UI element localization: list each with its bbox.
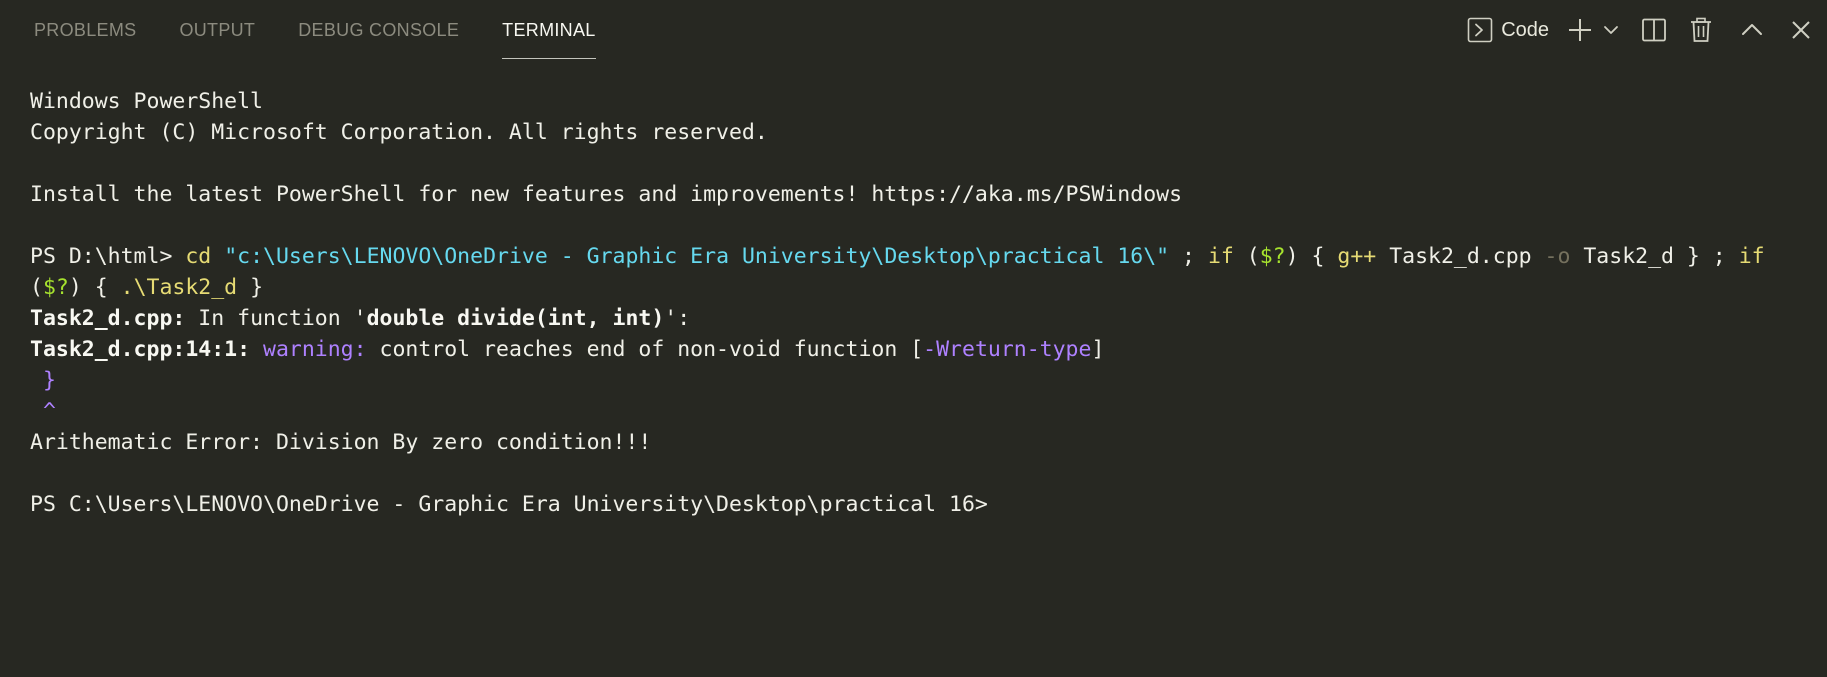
launch-profile-dropdown[interactable] bbox=[1603, 14, 1619, 46]
powershell-banner: Windows PowerShell bbox=[30, 89, 263, 114]
diag-warning: warning: bbox=[250, 337, 367, 362]
terminal-output[interactable]: Windows PowerShell Copyright (C) Microso… bbox=[30, 86, 1807, 520]
cmd-arg: Task2_d } ; bbox=[1570, 244, 1739, 269]
close-icon bbox=[1791, 20, 1811, 40]
cmd-keyword: g++ bbox=[1337, 244, 1377, 269]
maximize-panel-button[interactable] bbox=[1741, 14, 1763, 46]
snippet-brace: } bbox=[30, 368, 56, 393]
diag-location: Task2_d.cpp:14:1: bbox=[30, 337, 251, 362]
cmd-arg: Task2_d.cpp bbox=[1376, 244, 1545, 269]
terminal-line: Copyright (C) Microsoft Corporation. All… bbox=[30, 117, 1807, 148]
cmd-flag: -o bbox=[1544, 244, 1571, 269]
terminal-profile-label: Code bbox=[1501, 18, 1549, 41]
diag-text: In function ' bbox=[185, 306, 367, 331]
cmd-brace: } bbox=[237, 275, 264, 300]
prompt-line: PS C:\Users\LENOVO\OneDrive - Graphic Er… bbox=[30, 489, 1807, 520]
command-line: PS D:\html> cd "c:\Users\LENOVO\OneDrive… bbox=[30, 241, 1807, 272]
trash-icon bbox=[1689, 17, 1713, 43]
split-terminal-button[interactable] bbox=[1641, 14, 1667, 46]
cmd-executable: .\Task2_d bbox=[120, 275, 238, 300]
cmd-paren: ( bbox=[30, 275, 43, 300]
terminal-line: Windows PowerShell bbox=[30, 86, 1807, 117]
tab-output[interactable]: OUTPUT bbox=[167, 0, 267, 60]
diagnostic-line: Task2_d.cpp:14:1: warning: control reach… bbox=[30, 334, 1807, 365]
diagnostic-line: Task2_d.cpp: In function 'double divide(… bbox=[30, 303, 1807, 334]
snippet-caret: ^ bbox=[30, 399, 56, 424]
cmd-variable: $? bbox=[42, 275, 69, 300]
tab-debug-console[interactable]: DEBUG CONSOLE bbox=[286, 0, 471, 60]
cmd-path: "c:\Users\LENOVO\OneDrive - Graphic Era … bbox=[224, 244, 1170, 269]
kill-terminal-button[interactable] bbox=[1689, 14, 1713, 46]
diag-text: ': bbox=[664, 306, 691, 331]
plus-icon bbox=[1567, 17, 1593, 43]
tab-problems[interactable]: PROBLEMS bbox=[22, 0, 148, 60]
install-note: Install the latest PowerShell for new fe… bbox=[30, 182, 1183, 207]
command-line-wrap: ($?) { .\Task2_d } bbox=[30, 272, 1807, 303]
panel-tabs: PROBLEMS OUTPUT DEBUG CONSOLE TERMINAL bbox=[22, 0, 627, 60]
diag-flag: -Wreturn-type bbox=[923, 337, 1092, 362]
prompt-text: PS D:\html> bbox=[30, 244, 186, 269]
diag-file: Task2_d.cpp: bbox=[30, 306, 186, 331]
split-icon bbox=[1641, 17, 1667, 43]
cmd-variable: $? bbox=[1259, 244, 1286, 269]
source-caret: ^ bbox=[30, 396, 1807, 427]
diag-text: ] bbox=[1091, 337, 1105, 362]
terminal-profile-button[interactable]: Code bbox=[1467, 14, 1549, 46]
cmd-separator: ; bbox=[1169, 244, 1208, 269]
panel-header: PROBLEMS OUTPUT DEBUG CONSOLE TERMINAL C… bbox=[0, 0, 1827, 60]
cmd-keyword: if bbox=[1738, 244, 1765, 269]
chevron-down-icon bbox=[1603, 22, 1619, 38]
cmd-keyword: if bbox=[1207, 244, 1234, 269]
cmd-paren: ) { bbox=[1285, 244, 1338, 269]
close-panel-button[interactable] bbox=[1791, 14, 1811, 46]
tab-terminal[interactable]: TERMINAL bbox=[490, 0, 607, 60]
terminal-icon bbox=[1467, 17, 1493, 43]
cmd-keyword: cd bbox=[185, 244, 212, 269]
diag-function: double divide(int, int) bbox=[366, 306, 665, 331]
source-snippet: } bbox=[30, 365, 1807, 396]
cmd-paren: ( bbox=[1233, 244, 1260, 269]
program-output: Arithematic Error: Division By zero cond… bbox=[30, 427, 1807, 458]
cmd-paren: ) { bbox=[68, 275, 121, 300]
prompt-text: PS C:\Users\LENOVO\OneDrive - Graphic Er… bbox=[30, 492, 988, 517]
copyright-text: Copyright (C) Microsoft Corporation. All… bbox=[30, 120, 768, 145]
terminal-line: Install the latest PowerShell for new fe… bbox=[30, 179, 1807, 210]
chevron-up-icon bbox=[1741, 19, 1763, 41]
new-terminal-button[interactable] bbox=[1567, 14, 1593, 46]
panel-actions: Code bbox=[1467, 0, 1811, 60]
diag-message: control reaches end of non-void function… bbox=[366, 337, 924, 362]
program-output-text: Arithematic Error: Division By zero cond… bbox=[30, 430, 652, 455]
